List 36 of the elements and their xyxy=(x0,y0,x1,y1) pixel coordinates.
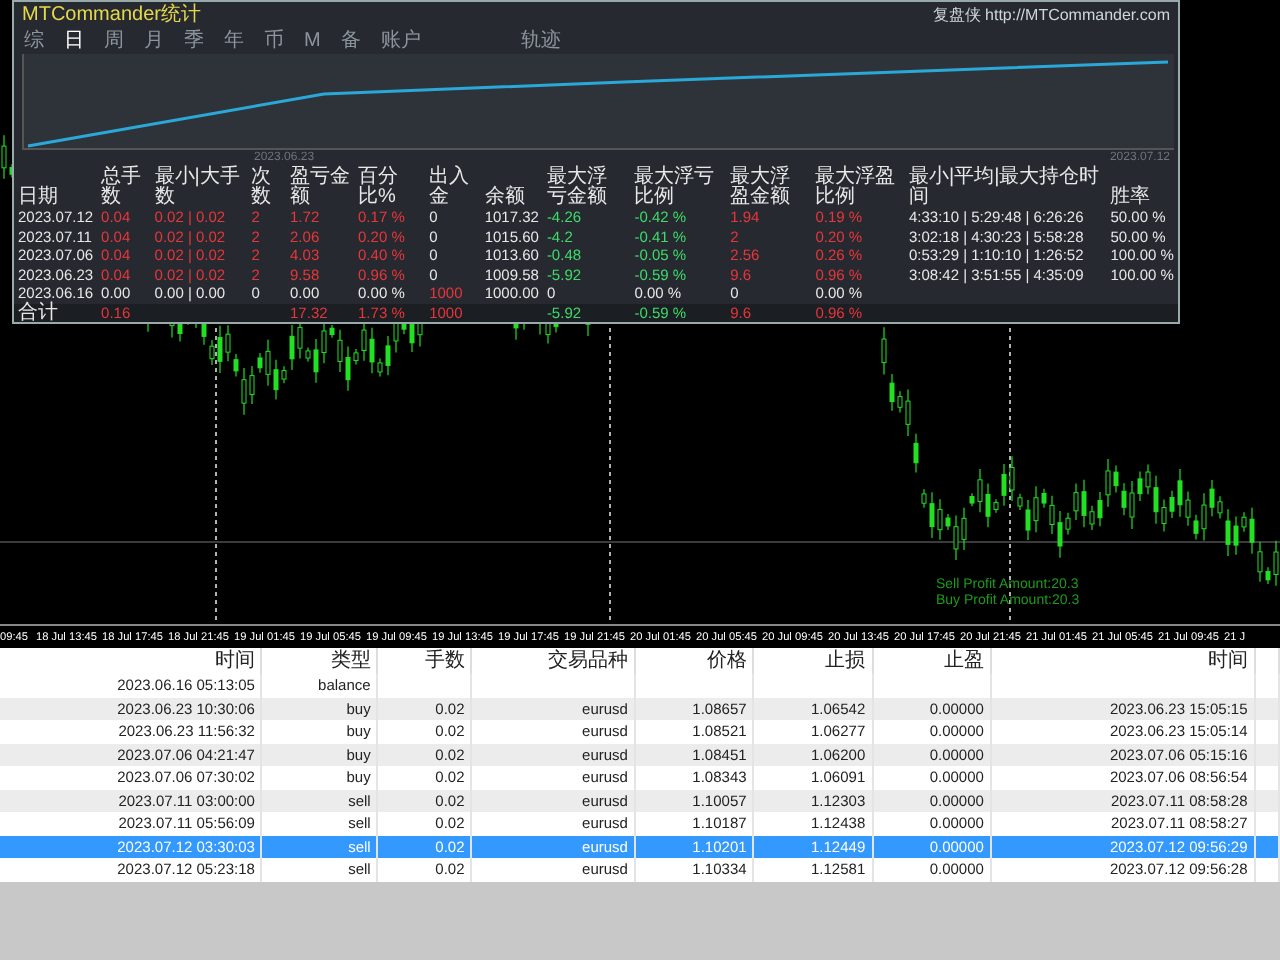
column-header: 最大浮盈金额 xyxy=(728,168,793,208)
column-header: 百分比% xyxy=(356,168,401,208)
tab[interactable]: 轨迹 xyxy=(510,30,571,54)
column-header: 余额 xyxy=(482,183,527,208)
column-header: 最大浮盈比例 xyxy=(813,168,898,208)
column-header: 时间 xyxy=(0,648,262,674)
column-header: 止损 xyxy=(753,648,873,674)
column-header: 次数 xyxy=(249,168,274,208)
column-header: 盈亏金额 xyxy=(288,168,353,208)
column-header: 最小|大手数 xyxy=(152,168,242,208)
tab[interactable]: 备 xyxy=(330,30,371,54)
column-header: 胜率 xyxy=(1108,183,1153,208)
site-label: 复盘侠 http://MTCommander.com xyxy=(930,4,1172,28)
column-header: 最大浮亏金额 xyxy=(544,168,609,208)
column-header: 止盈 xyxy=(872,648,991,674)
column-header: 价格 xyxy=(634,648,754,674)
column-header: 交易品种 xyxy=(471,648,635,674)
column-header: 出入金 xyxy=(427,168,472,208)
tab[interactable]: M xyxy=(294,30,331,54)
panel-title: MTCommander统计 xyxy=(20,2,203,29)
column-header: 总手数 xyxy=(99,168,144,208)
tab[interactable]: 月 xyxy=(134,30,174,54)
tab[interactable]: 年 xyxy=(214,30,254,54)
tab[interactable]: 季 xyxy=(174,30,214,54)
column-header: 日期 xyxy=(16,183,60,208)
tab[interactable]: 综 xyxy=(14,30,54,54)
tab[interactable]: 账户 xyxy=(370,30,431,54)
tab[interactable]: 周 xyxy=(94,30,134,54)
tab[interactable]: 日 xyxy=(54,30,94,54)
column-header: 最大浮亏比例 xyxy=(632,168,717,208)
tab[interactable]: 币 xyxy=(254,30,294,54)
column-header: 时间 xyxy=(990,648,1255,674)
total-label: 合计 xyxy=(14,303,98,322)
column-header: 手数 xyxy=(377,648,472,674)
column-header: 类型 xyxy=(261,648,378,674)
column-header: 最小|平均|最大持仓时间 xyxy=(906,168,1102,208)
